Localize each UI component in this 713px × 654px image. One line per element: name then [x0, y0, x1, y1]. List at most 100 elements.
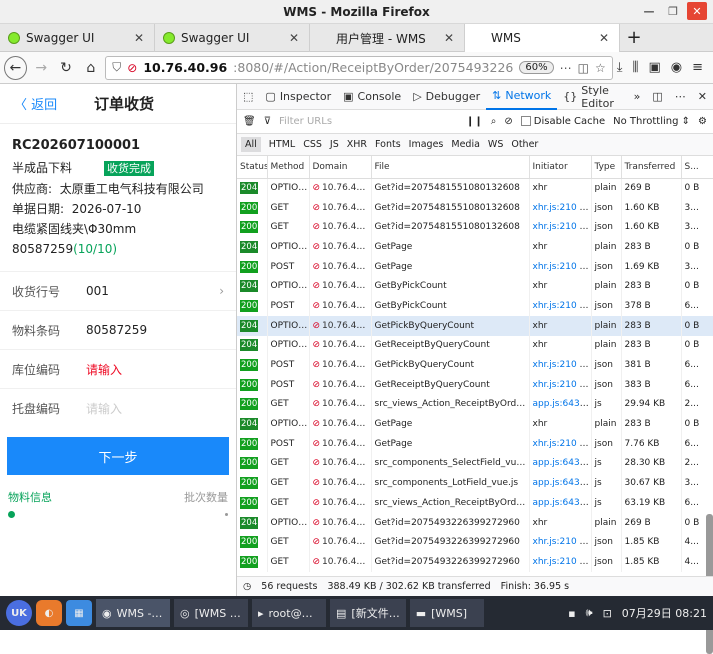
request-row[interactable]: 200 GET ⊘10.76.40.9...Get?id=2075493226399… — [237, 532, 713, 553]
request-row[interactable]: 204 OPTIONS⊘10.76.40.9...GetByPickCount xh… — [237, 276, 713, 297]
tab-console[interactable]: ▣ Console — [337, 84, 407, 110]
new-tab-icon[interactable]: + — [620, 24, 648, 51]
close-tab-icon[interactable]: ✕ — [287, 31, 301, 45]
element-picker-icon[interactable]: ⬚ — [237, 84, 259, 110]
initiator[interactable]: xhr.js:210 (xhr) — [533, 222, 591, 232]
settings-gear-icon[interactable]: ⚙ — [698, 116, 707, 127]
tray-input[interactable]: 请输入 — [86, 400, 224, 417]
browser-tab-active[interactable]: WMS ✕ — [465, 24, 620, 52]
request-row[interactable]: 200 POST ⊘10.76.40.9...GetByPickCount xhr.j… — [237, 296, 713, 316]
url-bar[interactable]: ⛉ ⊘ 10.76.40.96 :8080/#/Action/ReceiptBy… — [105, 55, 613, 80]
lock-icon[interactable]: ▪ — [568, 607, 575, 620]
throttling-select[interactable]: No Throttling ⇕ — [613, 116, 690, 127]
back-link[interactable]: 〈 返回 — [14, 94, 94, 113]
column-header[interactable]: Status — [237, 156, 268, 179]
request-row[interactable]: 200 GET ⊘10.76.40.9...Get?id=2075481551080… — [237, 197, 713, 218]
pause-icon[interactable]: ❙❙ — [466, 116, 483, 127]
shield-icon[interactable]: ⛉ — [112, 60, 121, 75]
request-row[interactable]: 204 OPTIONS⊘10.76.40.9...GetPage xhr plain 2… — [237, 237, 713, 257]
tab-network[interactable]: ⇅ Network — [486, 84, 558, 110]
task-chromium[interactable]: ◎ [WMS … — [174, 599, 248, 627]
minimize-icon[interactable]: — — [639, 2, 659, 20]
column-header[interactable]: Transferred — [621, 156, 682, 179]
volume-icon[interactable]: 🕪 — [586, 606, 593, 620]
request-row[interactable]: 204 OPTIONS⊘10.76.40.9...Get?id=207549322… — [237, 512, 713, 533]
download-icon[interactable]: ⤓ — [617, 60, 623, 75]
start-menu-icon[interactable]: UK — [6, 600, 32, 626]
task-firefox[interactable]: ◉ WMS -… — [96, 599, 170, 627]
task-folder[interactable]: ▬ [WMS] — [409, 599, 484, 627]
request-row[interactable]: 200 POST ⊘10.76.40.9...GetPage xhr.js:210 (… — [237, 256, 713, 277]
column-header[interactable]: Initiator — [529, 156, 592, 179]
filter-fonts[interactable]: Fonts — [375, 139, 401, 150]
tray-code-field[interactable]: 托盘编码 请输入 — [0, 388, 236, 427]
home-icon[interactable]: ⌂ — [80, 57, 101, 79]
request-row[interactable]: 200 GET ⊘10.76.40.9...src_components_Selec… — [237, 453, 713, 474]
request-row[interactable]: 200 GET ⊘10.76.40.9...Get?id=2075493226399… — [237, 552, 713, 572]
initiator[interactable]: xhr.js:210 (xhr) — [533, 360, 591, 370]
apps-icon[interactable]: ▦ — [66, 600, 92, 626]
sidebar-icon[interactable]: ▣ — [648, 60, 660, 75]
browser-tab[interactable]: Swagger UI ✕ — [0, 24, 155, 52]
tab-debugger[interactable]: ▷ Debugger — [407, 84, 486, 110]
initiator[interactable]: xhr.js:210 (xhr) — [533, 537, 591, 547]
request-row[interactable]: 200 GET ⊘10.76.40.9...Get?id=2075481551080… — [237, 217, 713, 238]
close-devtools-icon[interactable]: ✕ — [692, 84, 713, 110]
tab-inspector[interactable]: ▢ Inspector — [259, 84, 337, 110]
disable-cache-checkbox[interactable]: Disable Cache — [520, 116, 605, 127]
request-row[interactable]: 204 OPTIONS⊘10.76.40.9...GetPage xhr plain 2… — [237, 414, 713, 434]
reload-icon[interactable]: ↻ — [56, 57, 77, 79]
zoom-badge[interactable]: 60% — [519, 61, 554, 74]
filter-xhr[interactable]: XHR — [347, 139, 367, 150]
account-icon[interactable]: ◉ — [671, 60, 682, 75]
pocket-icon[interactable]: ◫ — [578, 61, 589, 75]
initiator[interactable]: xhr.js:210 (xhr) — [533, 557, 591, 567]
filter-urls-input[interactable]: Filter URLs — [279, 116, 458, 127]
initiator[interactable]: app.js:643 (s... — [533, 498, 591, 508]
block-icon[interactable]: ⊘ — [504, 116, 512, 127]
request-row[interactable]: 200 GET ⊘10.76.40.9...src_views_Action_Rec… — [237, 493, 713, 513]
initiator[interactable]: xhr.js:210 (xhr) — [533, 262, 591, 272]
request-row[interactable]: 200 GET ⊘10.76.40.9...src_components_LotFi… — [237, 473, 713, 493]
column-header[interactable]: Method — [267, 156, 310, 179]
clock[interactable]: 07月29日 08:21 — [622, 605, 707, 621]
request-row[interactable]: 204 OPTIONS⊘10.76.40.9...GetPickByQueryCo… — [237, 315, 713, 336]
initiator[interactable]: app.js:643 (s... — [533, 458, 591, 468]
request-row[interactable]: 200 GET ⊘10.76.40.9...src_views_Action_Rec… — [237, 394, 713, 415]
filter-js[interactable]: JS — [330, 139, 339, 150]
column-header[interactable]: Domain — [309, 156, 372, 179]
column-header[interactable]: S... — [681, 156, 713, 179]
request-row[interactable]: 204 OPTIONS⊘10.76.40.9...Get?id=207548155… — [237, 178, 713, 198]
filter-html[interactable]: HTML — [269, 139, 295, 150]
file-manager-icon[interactable]: ◐ — [36, 600, 62, 626]
dock-icon[interactable]: ◫ — [646, 84, 668, 110]
next-step-button[interactable]: 下一步 — [7, 437, 229, 475]
request-row[interactable]: 200 POST ⊘10.76.40.9...GetPage xhr.js:210 (… — [237, 433, 713, 454]
insecure-lock-icon[interactable]: ⊘ — [127, 61, 137, 75]
close-tab-icon[interactable]: ✕ — [597, 31, 611, 45]
filter-images[interactable]: Images — [409, 139, 444, 150]
library-icon[interactable]: ⫼ — [632, 60, 638, 75]
more-tabs-icon[interactable]: » — [628, 84, 647, 110]
close-window-icon[interactable]: ✕ — [687, 2, 707, 20]
filter-all[interactable]: All — [241, 137, 261, 152]
row-number-field[interactable]: 收货行号 001 › — [0, 271, 236, 310]
search-icon[interactable]: ⌕ — [491, 116, 497, 127]
close-tab-icon[interactable]: ✕ — [132, 31, 146, 45]
filter-media[interactable]: Media — [451, 139, 480, 150]
initiator[interactable]: xhr.js:210 (xhr) — [533, 439, 591, 449]
bookmark-star-icon[interactable]: ☆ — [595, 61, 606, 75]
browser-tab[interactable]: 用户管理 - WMS ✕ — [310, 24, 465, 52]
initiator[interactable]: xhr.js:210 (xhr) — [533, 301, 591, 311]
location-input[interactable]: 请输入 — [86, 361, 224, 378]
request-row[interactable]: 200 POST ⊘10.76.40.9...GetReceiptByQueryCo… — [237, 374, 713, 395]
back-icon[interactable]: ← — [4, 55, 27, 80]
column-header[interactable]: File — [371, 156, 530, 179]
close-tab-icon[interactable]: ✕ — [442, 31, 456, 45]
task-terminal[interactable]: ▸ root@… — [252, 599, 326, 627]
menu-icon[interactable]: ≡ — [692, 60, 703, 75]
maximize-icon[interactable]: ❐ — [663, 2, 683, 20]
forward-icon[interactable]: → — [31, 57, 52, 79]
initiator[interactable]: app.js:643 (s... — [533, 478, 591, 488]
network-icon[interactable]: ⊡ — [603, 607, 612, 620]
